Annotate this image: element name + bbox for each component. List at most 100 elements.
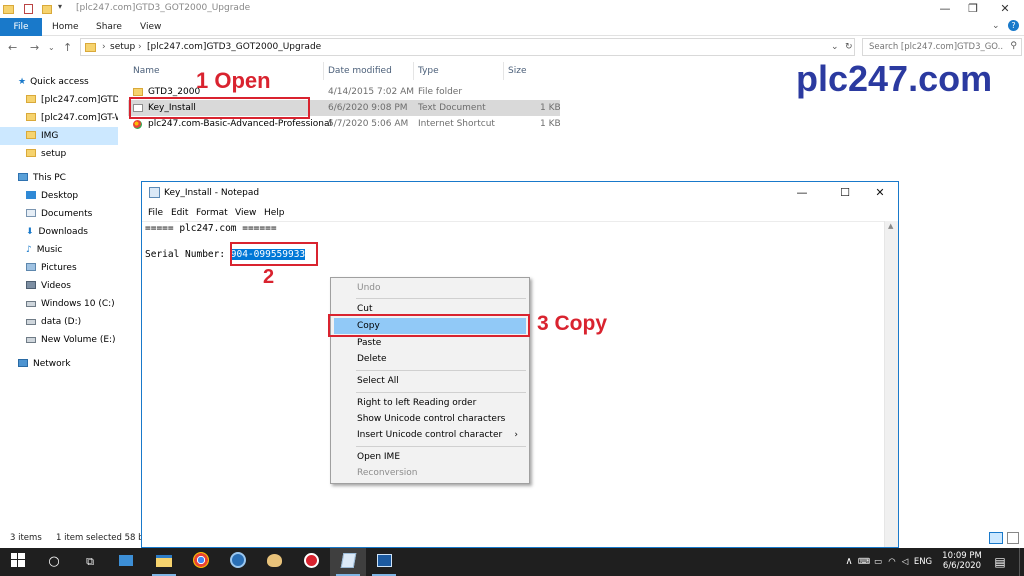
customize-quick-access-icon[interactable]: ▾: [58, 2, 70, 14]
tab-share[interactable]: Share: [96, 18, 122, 36]
input-method-icon[interactable]: ⌨: [857, 548, 871, 576]
action-center-icon[interactable]: ▤: [990, 548, 1010, 576]
address-dropdown-icon[interactable]: ⌄: [831, 42, 839, 52]
column-header-date[interactable]: Date modified: [328, 66, 392, 76]
chrome-taskbar-icon[interactable]: [183, 548, 219, 576]
nav-drive-d[interactable]: data (D:): [0, 313, 118, 331]
nav-folder-img[interactable]: IMG: [0, 127, 118, 145]
nav-label: Windows 10 (C:): [41, 299, 115, 309]
store-icon[interactable]: [108, 548, 144, 576]
back-arrow-icon[interactable]: ←: [8, 41, 17, 54]
maximize-button[interactable]: ❐: [958, 0, 988, 18]
menu-separator: [356, 370, 526, 371]
nav-folder-gtd3[interactable]: [plc247.com]GTD3_: [0, 91, 118, 109]
column-divider[interactable]: [413, 62, 414, 80]
tab-view[interactable]: View: [140, 18, 161, 36]
forward-arrow-icon[interactable]: →: [30, 41, 39, 54]
breadcrumb-current-folder[interactable]: [plc247.com]GTD3_GOT2000_Upgrade: [147, 42, 321, 52]
notepad-minimize-button[interactable]: —: [782, 184, 822, 202]
pictures-icon: [26, 263, 36, 271]
menu-file[interactable]: File: [148, 208, 163, 218]
menu-help[interactable]: Help: [264, 208, 285, 218]
clock[interactable]: 10:09 PM 6/6/2020: [938, 548, 986, 576]
column-header-type[interactable]: Type: [418, 66, 439, 76]
menu-edit[interactable]: Edit: [171, 208, 188, 218]
column-divider[interactable]: [503, 62, 504, 80]
menu-item-open-ime[interactable]: Open IME: [334, 449, 526, 465]
menu-item-paste[interactable]: Paste: [334, 335, 526, 351]
breadcrumb-separator-icon[interactable]: ›: [138, 42, 142, 52]
details-view-icon[interactable]: [989, 532, 1003, 544]
column-header-name[interactable]: Name: [133, 66, 160, 76]
file-explorer-taskbar-icon[interactable]: [146, 548, 182, 576]
notepad-close-button[interactable]: ✕: [860, 184, 898, 202]
help-icon[interactable]: ?: [1008, 20, 1019, 31]
menu-item-undo[interactable]: Undo: [334, 280, 526, 296]
refresh-icon[interactable]: ↻: [845, 42, 853, 52]
address-bar[interactable]: › setup › [plc247.com]GTD3_GOT2000_Upgra…: [80, 38, 855, 56]
tab-file[interactable]: File: [0, 18, 42, 36]
nav-folder-gt-works[interactable]: [plc247.com]GT-Wo: [0, 109, 118, 127]
up-arrow-icon[interactable]: ↑: [63, 41, 72, 54]
scroll-up-icon[interactable]: ▲: [888, 222, 893, 230]
close-button[interactable]: ✕: [990, 0, 1020, 18]
menu-format[interactable]: Format: [196, 208, 228, 218]
menu-item-insert-unicode[interactable]: Insert Unicode control character ›: [334, 427, 526, 443]
record-taskbar-icon[interactable]: [293, 548, 329, 576]
nav-network[interactable]: Network: [0, 355, 118, 373]
language-indicator[interactable]: ENG: [912, 548, 934, 576]
nav-documents[interactable]: Documents: [0, 205, 118, 223]
large-icons-view-icon[interactable]: [1007, 532, 1019, 544]
breadcrumb-separator-icon[interactable]: ›: [102, 42, 106, 52]
star-icon: ★: [18, 77, 27, 87]
notepad-maximize-button[interactable]: ☐: [825, 184, 865, 202]
app-taskbar-icon[interactable]: [220, 548, 256, 576]
expand-ribbon-icon[interactable]: ⌄: [992, 21, 1000, 31]
show-desktop-button[interactable]: [1019, 548, 1024, 576]
column-header-size[interactable]: Size: [508, 66, 526, 76]
menu-item-select-all[interactable]: Select All: [334, 373, 526, 389]
app-window-taskbar-icon[interactable]: [366, 548, 402, 576]
nav-desktop[interactable]: Desktop: [0, 187, 118, 205]
paint-taskbar-icon[interactable]: [256, 548, 292, 576]
breadcrumb-setup[interactable]: setup: [110, 42, 135, 52]
nav-label: IMG: [41, 131, 59, 141]
cortana-search-icon[interactable]: ○: [36, 548, 72, 576]
search-box[interactable]: ⚲: [862, 38, 1022, 56]
menu-view[interactable]: View: [235, 208, 256, 218]
new-folder-icon[interactable]: [42, 5, 52, 14]
nav-quick-access[interactable]: ★ Quick access: [0, 73, 118, 91]
recent-locations-icon[interactable]: ⌄: [48, 43, 55, 52]
volume-icon[interactable]: ◁: [898, 548, 912, 576]
battery-icon[interactable]: ▭: [872, 548, 884, 576]
nav-this-pc[interactable]: This PC: [0, 169, 118, 187]
column-divider[interactable]: [323, 62, 324, 80]
drive-icon: [26, 319, 36, 325]
minimize-button[interactable]: —: [930, 0, 960, 18]
wifi-icon[interactable]: ◠: [885, 548, 899, 576]
notepad-taskbar-icon[interactable]: [330, 548, 366, 576]
status-selection: 1 item selected 58 byt: [56, 533, 152, 543]
properties-icon[interactable]: [24, 4, 33, 14]
search-input[interactable]: [863, 39, 1003, 55]
nav-drive-e[interactable]: New Volume (E:): [0, 331, 118, 349]
notepad-vertical-scrollbar[interactable]: ▲: [884, 221, 898, 547]
tab-home[interactable]: Home: [52, 18, 79, 36]
task-view-icon[interactable]: ⧉: [72, 548, 108, 576]
menu-item-delete[interactable]: Delete: [334, 351, 526, 367]
nav-folder-setup[interactable]: setup: [0, 145, 118, 163]
nav-label: This PC: [33, 173, 66, 183]
nav-drive-c[interactable]: Windows 10 (C:): [0, 295, 118, 313]
show-hidden-icons-icon[interactable]: ∧: [842, 548, 856, 576]
nav-videos[interactable]: Videos: [0, 277, 118, 295]
folder-icon: [26, 149, 36, 157]
menu-item-right-to-left[interactable]: Right to left Reading order: [334, 395, 526, 411]
music-icon: ♪: [26, 245, 32, 255]
menu-item-show-unicode[interactable]: Show Unicode control characters: [334, 411, 526, 427]
nav-downloads[interactable]: ⬇ Downloads: [0, 223, 118, 241]
folder-icon: [26, 113, 36, 121]
menu-item-reconversion[interactable]: Reconversion: [334, 465, 526, 481]
start-button[interactable]: [0, 548, 36, 576]
nav-music[interactable]: ♪ Music: [0, 241, 118, 259]
nav-pictures[interactable]: Pictures: [0, 259, 118, 277]
